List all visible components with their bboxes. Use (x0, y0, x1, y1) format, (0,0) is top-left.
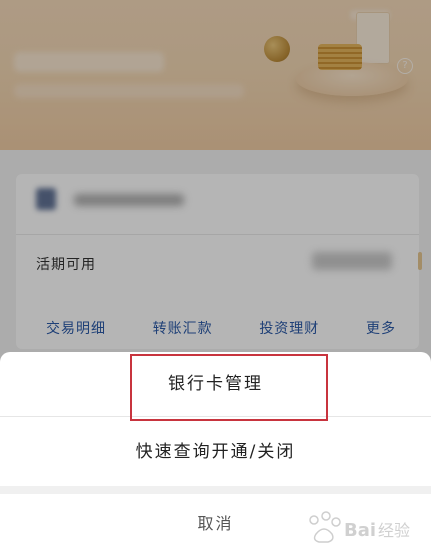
svg-text:经验: 经验 (378, 521, 410, 540)
highlight-annotation-box (130, 354, 328, 421)
baidu-watermark-logo: Bai 经验 (309, 511, 410, 543)
option-quick-query-toggle[interactable]: 快速查询开通/关闭 (0, 418, 431, 486)
sheet-gap (0, 486, 431, 494)
svg-text:Bai: Bai (344, 520, 376, 541)
